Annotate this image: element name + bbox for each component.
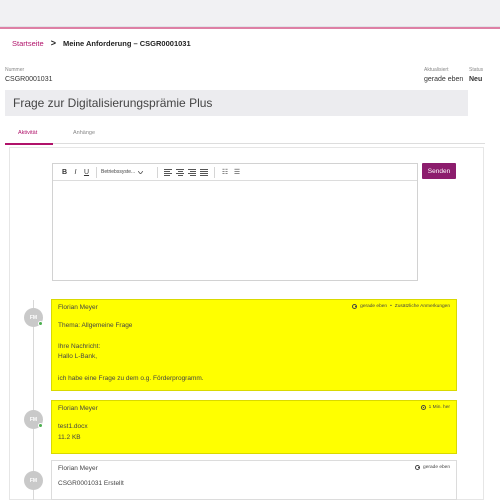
- avatar-initials: FM: [29, 314, 38, 321]
- online-status-dot: [38, 423, 43, 428]
- clock-icon: [352, 304, 358, 309]
- tab-attachments[interactable]: Anhänge: [73, 130, 95, 136]
- avatar-initials: FM: [29, 477, 38, 484]
- toolbar-divider: [96, 166, 97, 178]
- entry-meta: 1 Min. her: [420, 405, 450, 410]
- italic-button[interactable]: I: [70, 169, 81, 176]
- number-label: Nummer: [5, 67, 25, 73]
- entry-meta: gerade eben: [415, 465, 450, 470]
- tab-activity[interactable]: Aktivität: [18, 130, 37, 136]
- updated-value: gerade eben: [424, 76, 464, 83]
- chevron-down-icon: [138, 170, 144, 174]
- entry-time: gerade eben: [360, 304, 388, 309]
- bullet-list-icon[interactable]: ☷: [219, 168, 231, 176]
- entry-line: ich habe eine Frage zu dem o.g. Förderpr…: [58, 375, 204, 382]
- entry-line: Ihre Nachricht:: [58, 343, 101, 350]
- separator-dot: •: [390, 304, 392, 309]
- activity-entry-created: Florian Meyer gerade eben CSGR0001031 Er…: [51, 460, 457, 500]
- entry-author: Florian Meyer: [58, 405, 98, 412]
- numbered-list-icon[interactable]: ☰: [231, 168, 243, 176]
- align-center-icon[interactable]: [174, 168, 186, 176]
- avatar: FM: [24, 471, 43, 490]
- entry-time: 1 Min. her: [428, 405, 450, 410]
- align-justify-icon[interactable]: [198, 168, 210, 176]
- editor-toolbar: B I U Betriebssyste... ☷ ☰: [53, 164, 417, 181]
- header-accent-line: [0, 27, 500, 29]
- entry-type: Zusätzliche Anmerkungen: [394, 304, 450, 309]
- number-value: CSGR0001031: [5, 76, 53, 83]
- font-family-select[interactable]: Betriebssyste...: [101, 169, 153, 175]
- bold-button[interactable]: B: [59, 169, 70, 176]
- online-status-dot: [38, 321, 43, 326]
- breadcrumb-current: Meine Anforderung – CSGR0001031: [62, 38, 191, 48]
- align-right-icon[interactable]: [186, 168, 198, 176]
- entry-author: Florian Meyer: [58, 304, 98, 311]
- underline-button[interactable]: U: [81, 169, 92, 176]
- entry-line: Hallo L-Bank,: [58, 353, 98, 360]
- clock-icon: [415, 465, 421, 470]
- activity-entry-note: Florian Meyer gerade eben • Zusätzliche …: [51, 299, 457, 391]
- comment-editor[interactable]: B I U Betriebssyste... ☷ ☰: [52, 163, 418, 281]
- avatar: FM: [24, 410, 43, 429]
- clock-icon: [420, 405, 426, 410]
- entry-time: gerade eben: [423, 465, 450, 470]
- send-button[interactable]: Senden: [422, 163, 456, 179]
- attachment-size: 11.2 KB: [58, 434, 81, 441]
- request-title-field: Frage zur Digitalisierungsprämie Plus: [5, 90, 468, 116]
- status-label: Status: [469, 67, 484, 73]
- breadcrumb-home-link[interactable]: Startseite: [12, 39, 44, 48]
- entry-line: CSGR0001031 Erstellt: [58, 480, 124, 487]
- toolbar-divider: [214, 166, 215, 178]
- activity-entry-attachment: Florian Meyer 1 Min. her test1.docx 11.2…: [51, 400, 457, 454]
- toolbar-divider: [157, 166, 158, 178]
- font-family-value: Betriebssyste...: [101, 169, 136, 175]
- timeline-line: [33, 300, 34, 500]
- active-tab-indicator: [5, 143, 53, 145]
- breadcrumb-chevron-icon: >: [50, 38, 56, 48]
- align-left-icon[interactable]: [162, 168, 174, 176]
- tab-bar: Aktivität Anhänge: [5, 126, 485, 144]
- updated-label: Aktualisiert: [424, 67, 449, 73]
- top-header-bar: [0, 0, 500, 27]
- entry-line: Thema: Allgemeine Frage: [58, 322, 133, 329]
- entry-author: Florian Meyer: [58, 465, 98, 472]
- status-value: Neu: [469, 76, 483, 83]
- entry-meta: gerade eben • Zusätzliche Anmerkungen: [352, 304, 450, 309]
- avatar: FM: [24, 308, 43, 327]
- request-title: Frage zur Digitalisierungsprämie Plus: [13, 96, 213, 110]
- breadcrumb: Startseite > Meine Anforderung – CSGR000…: [12, 38, 191, 48]
- avatar-initials: FM: [29, 416, 38, 423]
- attachment-link[interactable]: test1.docx: [58, 423, 88, 430]
